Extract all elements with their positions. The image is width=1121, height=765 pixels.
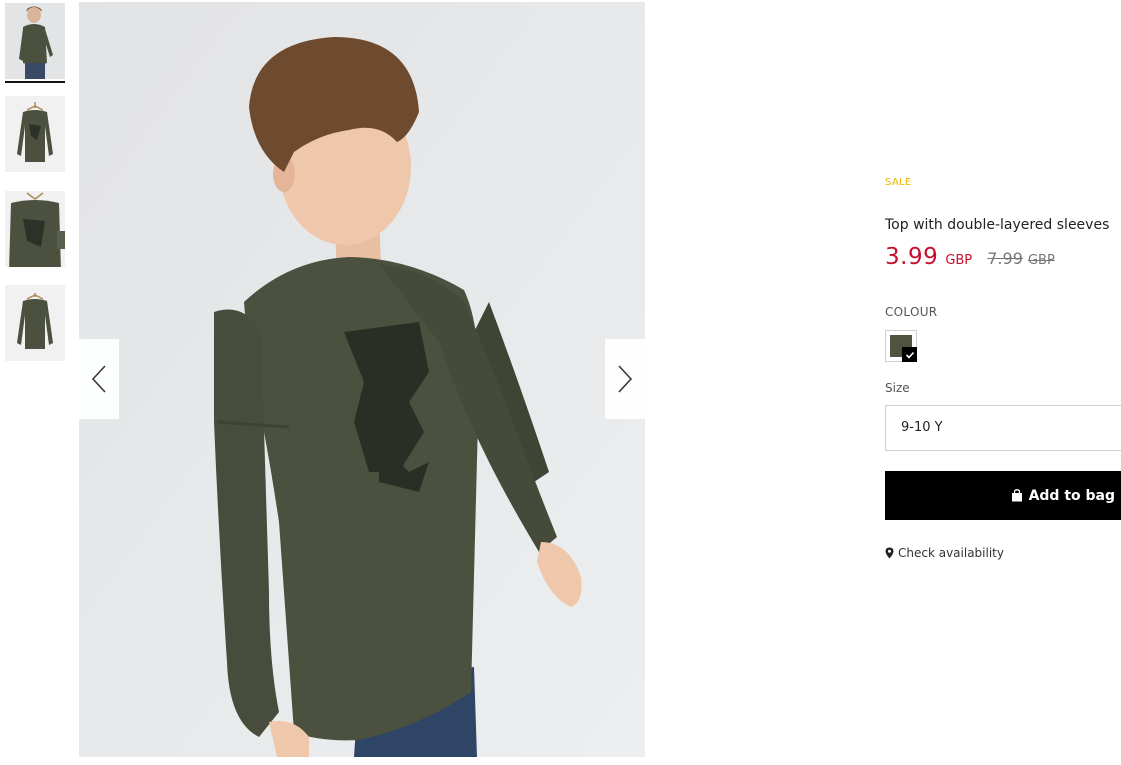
sale-badge: SALE bbox=[885, 177, 912, 188]
colour-swatch[interactable] bbox=[885, 330, 917, 362]
thumbnail-model-front[interactable] bbox=[5, 3, 65, 79]
main-product-image bbox=[79, 2, 645, 757]
price-row: 3.99 GBP 7.99 GBP bbox=[885, 244, 1055, 270]
size-label: Size bbox=[885, 381, 910, 395]
previous-image-button[interactable] bbox=[79, 339, 119, 419]
sale-price: 3.99 bbox=[885, 244, 939, 270]
check-availability-link[interactable]: Check availability bbox=[885, 546, 1004, 560]
size-select[interactable]: 9-10 Y bbox=[885, 405, 1121, 451]
thumbnail-hanger-detail[interactable] bbox=[5, 191, 65, 267]
location-pin-icon bbox=[885, 547, 894, 559]
chevron-left-icon bbox=[91, 365, 106, 393]
thumbnail-hanger-back[interactable] bbox=[5, 285, 65, 361]
add-to-bag-label: Add to bag bbox=[1028, 487, 1115, 504]
colour-label: COLOUR bbox=[885, 305, 938, 319]
next-image-button[interactable] bbox=[605, 339, 645, 419]
sale-price-currency: GBP bbox=[945, 253, 973, 268]
active-thumbnail-indicator bbox=[5, 81, 65, 83]
shopping-bag-icon bbox=[1011, 489, 1023, 502]
product-title: Top with double-layered sleeves bbox=[885, 217, 1110, 233]
chevron-right-icon bbox=[618, 365, 633, 393]
product-photo bbox=[79, 2, 645, 757]
original-price: 7.99 bbox=[987, 249, 1023, 268]
original-price-currency: GBP bbox=[1027, 253, 1055, 268]
product-page: SALE Top with double-layered sleeves 3.9… bbox=[0, 0, 1121, 765]
add-to-bag-button[interactable]: Add to bag bbox=[885, 471, 1121, 520]
checkmark-icon bbox=[902, 347, 917, 362]
check-availability-label: Check availability bbox=[898, 546, 1004, 560]
thumbnail-hanger-front[interactable] bbox=[5, 96, 65, 172]
